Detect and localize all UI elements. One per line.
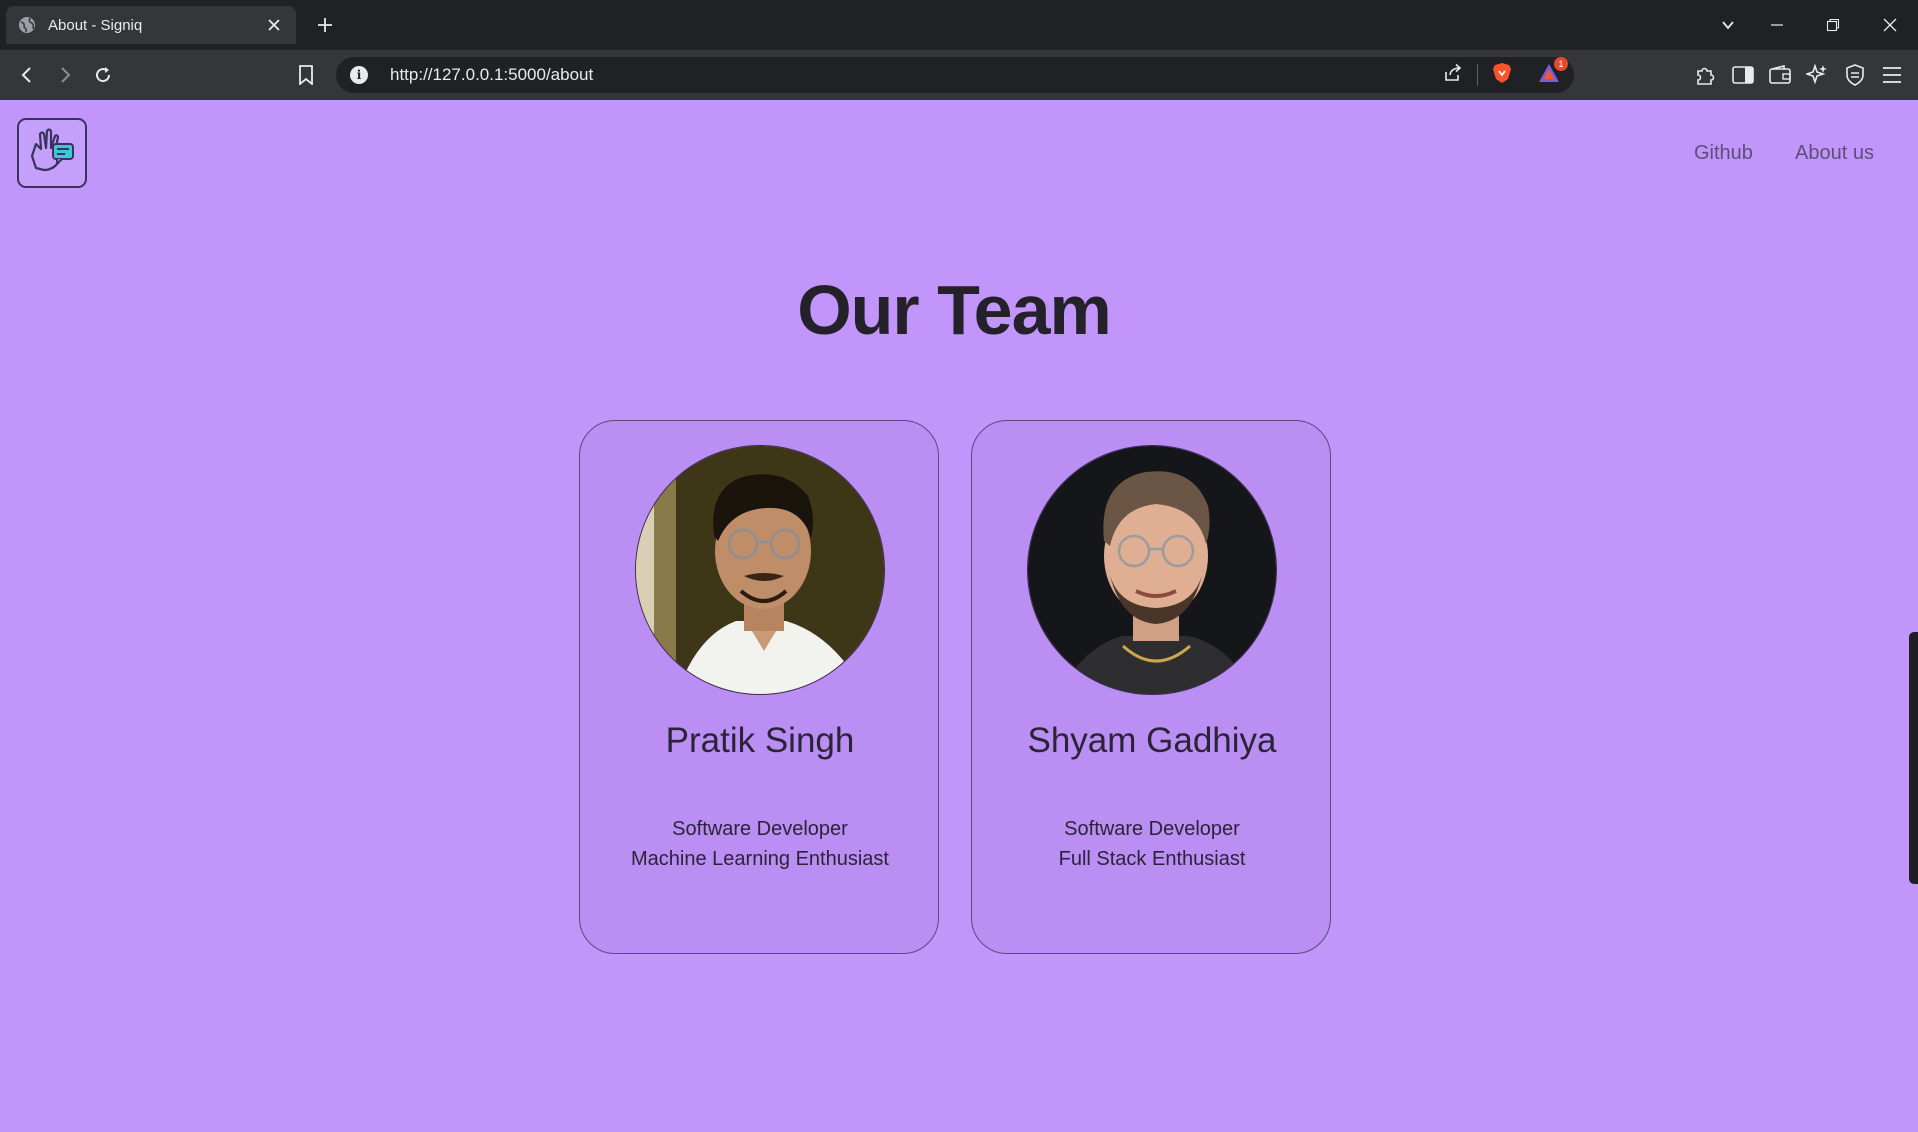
browser-toolbar: i http://127.0.0.1:5000/about 1 xyxy=(0,50,1918,100)
vpn-icon[interactable] xyxy=(1842,62,1868,88)
brave-rewards-icon[interactable]: 1 xyxy=(1538,56,1568,88)
tab-title: About - Signiq xyxy=(48,16,143,34)
plus-icon[interactable] xyxy=(312,12,338,38)
member-role-line: Machine Learning Enthusiast xyxy=(631,848,889,870)
team-card: Pratik Singh Software Developer Machine … xyxy=(579,420,939,954)
minimize-icon[interactable] xyxy=(1764,12,1790,38)
address-bar[interactable]: i http://127.0.0.1:5000/about 1 xyxy=(336,56,1574,93)
share-icon[interactable] xyxy=(1443,63,1463,88)
browser-tab-active[interactable]: About - Signiq xyxy=(6,6,296,44)
extensions-icon[interactable] xyxy=(1692,62,1718,88)
avatar xyxy=(1027,445,1277,695)
browser-titlebar: About - Signiq xyxy=(0,0,1918,50)
scrollbar-thumb[interactable] xyxy=(1909,632,1918,884)
forward-icon[interactable] xyxy=(52,62,78,88)
member-role: Software Developer Full Stack Enthusiast xyxy=(972,814,1332,874)
bookmark-icon[interactable] xyxy=(293,62,319,88)
nav-about-link[interactable]: About us xyxy=(1795,142,1874,165)
divider xyxy=(1477,64,1478,86)
restore-icon[interactable] xyxy=(1820,12,1846,38)
globe-icon xyxy=(18,16,36,34)
menu-icon[interactable] xyxy=(1879,62,1905,88)
notification-badge: 1 xyxy=(1554,56,1568,71)
member-name: Pratik Singh xyxy=(665,721,855,760)
info-icon[interactable]: i xyxy=(350,66,368,84)
member-role-line: Software Developer xyxy=(1064,818,1240,840)
window-close-icon[interactable] xyxy=(1877,12,1903,38)
leo-ai-icon[interactable] xyxy=(1804,62,1830,88)
member-role-line: Software Developer xyxy=(672,818,848,840)
nav-github-link[interactable]: Github xyxy=(1694,142,1753,165)
brave-shield-icon[interactable] xyxy=(1492,62,1512,89)
wallet-icon[interactable] xyxy=(1767,62,1793,88)
back-icon[interactable] xyxy=(14,62,40,88)
chevron-down-icon[interactable] xyxy=(1715,12,1741,38)
member-name: Shyam Gadhiya xyxy=(1027,721,1277,760)
page-title: Our Team xyxy=(797,271,1112,349)
page-background xyxy=(0,100,1908,1132)
member-role-line: Full Stack Enthusiast xyxy=(1058,848,1246,870)
site-logo[interactable] xyxy=(17,118,87,188)
url-text[interactable]: http://127.0.0.1:5000/about xyxy=(390,65,1443,85)
sidebar-icon[interactable] xyxy=(1730,62,1756,88)
team-card: Shyam Gadhiya Software Developer Full St… xyxy=(971,420,1331,954)
avatar xyxy=(635,445,885,695)
close-icon[interactable] xyxy=(264,15,284,35)
sign-language-logo-icon xyxy=(26,126,78,181)
member-role: Software Developer Machine Learning Enth… xyxy=(580,814,940,874)
scrollbar-track[interactable] xyxy=(1908,100,1918,1132)
reload-icon[interactable] xyxy=(90,62,116,88)
